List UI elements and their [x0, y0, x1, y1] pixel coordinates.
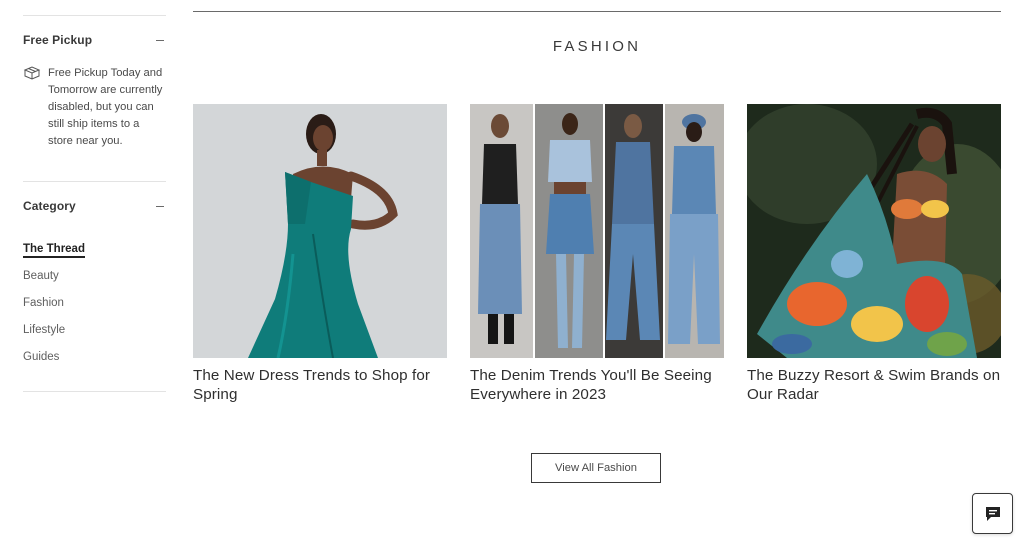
divider — [23, 15, 166, 16]
article-image-dress[interactable] — [193, 104, 447, 358]
view-all-fashion-button[interactable]: View All Fashion — [531, 453, 661, 483]
page: Free Pickup Free Pickup Today and Tomorr… — [0, 0, 1024, 545]
article-card[interactable]: The New Dress Trends to Shop for Spring — [193, 104, 447, 404]
free-pickup-message: Free Pickup Today and Tomorrow are curre… — [48, 67, 163, 147]
article-title[interactable]: The Buzzy Resort & Swim Brands on Our Ra… — [747, 366, 1001, 404]
article-title[interactable]: The Denim Trends You'll Be Seeing Everyw… — [470, 366, 724, 404]
divider — [23, 181, 166, 182]
article-image-denim[interactable] — [470, 104, 724, 358]
article-card[interactable]: The Buzzy Resort & Swim Brands on Our Ra… — [747, 104, 1001, 404]
free-pickup-header[interactable]: Free Pickup — [23, 33, 166, 47]
chat-button[interactable] — [972, 493, 1013, 534]
divider — [23, 391, 166, 392]
chat-icon — [985, 506, 1000, 521]
section-heading: FASHION — [552, 38, 642, 55]
free-pickup-notice: Free Pickup Today and Tomorrow are curre… — [23, 65, 166, 150]
category-item-guides[interactable]: Guides — [23, 348, 166, 375]
category-list: The Thread Beauty Fashion Lifestyle Guid… — [23, 240, 166, 375]
category-title: Category — [23, 199, 76, 213]
package-icon — [23, 66, 41, 80]
category-header[interactable]: Category — [23, 199, 166, 213]
collapse-icon[interactable] — [156, 205, 164, 207]
article-title[interactable]: The New Dress Trends to Shop for Spring — [193, 366, 447, 404]
category-item-beauty[interactable]: Beauty — [23, 267, 166, 294]
free-pickup-title: Free Pickup — [23, 33, 93, 47]
article-image-resort[interactable] — [747, 104, 1001, 358]
collapse-icon[interactable] — [156, 39, 164, 41]
category-item-lifestyle[interactable]: Lifestyle — [23, 321, 166, 348]
category-item-fashion[interactable]: Fashion — [23, 294, 166, 321]
section-top-rule — [193, 11, 1001, 12]
category-item-the-thread[interactable]: The Thread — [23, 240, 166, 267]
article-card[interactable]: The Denim Trends You'll Be Seeing Everyw… — [470, 104, 724, 404]
